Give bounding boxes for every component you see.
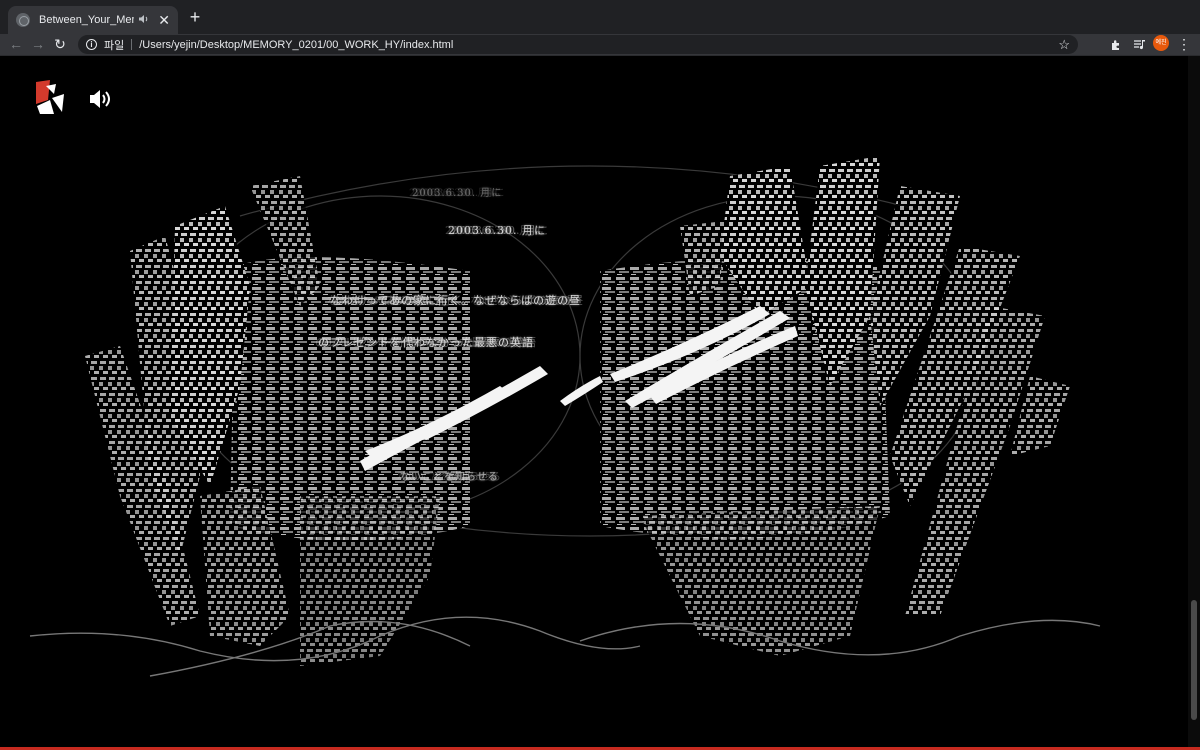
page-content: 2003.6.30. 月に 2003.6.30. 月に なわけってあの家に行く。…	[0, 56, 1188, 748]
media-control-icon[interactable]	[1130, 34, 1150, 56]
omnibox-separator	[131, 39, 133, 50]
reload-button[interactable]: ↻	[50, 34, 70, 56]
tab-audio-icon[interactable]	[138, 14, 150, 27]
file-scheme-label: 파일	[104, 39, 125, 52]
close-tab-icon[interactable]: ✕	[158, 13, 170, 27]
tab-strip: Between_Your_Memories ✕ +	[0, 0, 1200, 34]
speaker-volume-icon[interactable]	[88, 88, 112, 110]
site-logo-icon[interactable]	[34, 80, 76, 114]
bookmark-star-icon[interactable]: ☆	[1058, 35, 1070, 54]
globe-icon	[16, 13, 30, 27]
scrollbar-thumb[interactable]	[1191, 600, 1197, 720]
left-memory-cluster	[85, 176, 470, 666]
profile-avatar[interactable]: 예진	[1153, 35, 1169, 51]
info-icon[interactable]: i	[86, 39, 97, 50]
address-bar[interactable]: i 파일 /Users/yejin/Desktop/MEMORY_0201/00…	[78, 35, 1078, 54]
browser-window: Between_Your_Memories ✕ + ← → ↻ i 파일 /Us…	[0, 0, 1200, 750]
new-tab-button[interactable]: +	[185, 7, 205, 27]
forward-button[interactable]: →	[28, 34, 48, 56]
artwork-text-line-2: のプレゼントを代わなかった最悪の英語	[318, 336, 534, 349]
artwork-text-line-1: なわけってあの家に行く。なぜならばの遊の昼	[330, 294, 582, 307]
artwork-text-date-2: 2003.6.30. 月に	[448, 224, 546, 237]
artwork-text-line-3: ないことを知らせる	[400, 472, 499, 483]
tab-between-your-memories[interactable]: Between_Your_Memories ✕	[8, 6, 178, 34]
url-text[interactable]: /Users/yejin/Desktop/MEMORY_0201/00_WORK…	[139, 39, 453, 51]
vertical-scrollbar[interactable]	[1188, 56, 1200, 748]
toolbar: ← → ↻ i 파일 /Users/yejin/Desktop/MEMORY_0…	[0, 34, 1200, 56]
extensions-icon[interactable]	[1106, 34, 1126, 56]
back-button[interactable]: ←	[6, 34, 26, 56]
artwork-text-date-1: 2003.6.30. 月に	[412, 188, 503, 199]
right-memory-cluster	[600, 156, 1070, 656]
bottom-wave-lines	[29, 616, 1101, 677]
tab-title: Between_Your_Memories	[39, 14, 134, 26]
memory-artwork	[29, 156, 1101, 677]
menu-button[interactable]: ⋮	[1174, 34, 1194, 56]
